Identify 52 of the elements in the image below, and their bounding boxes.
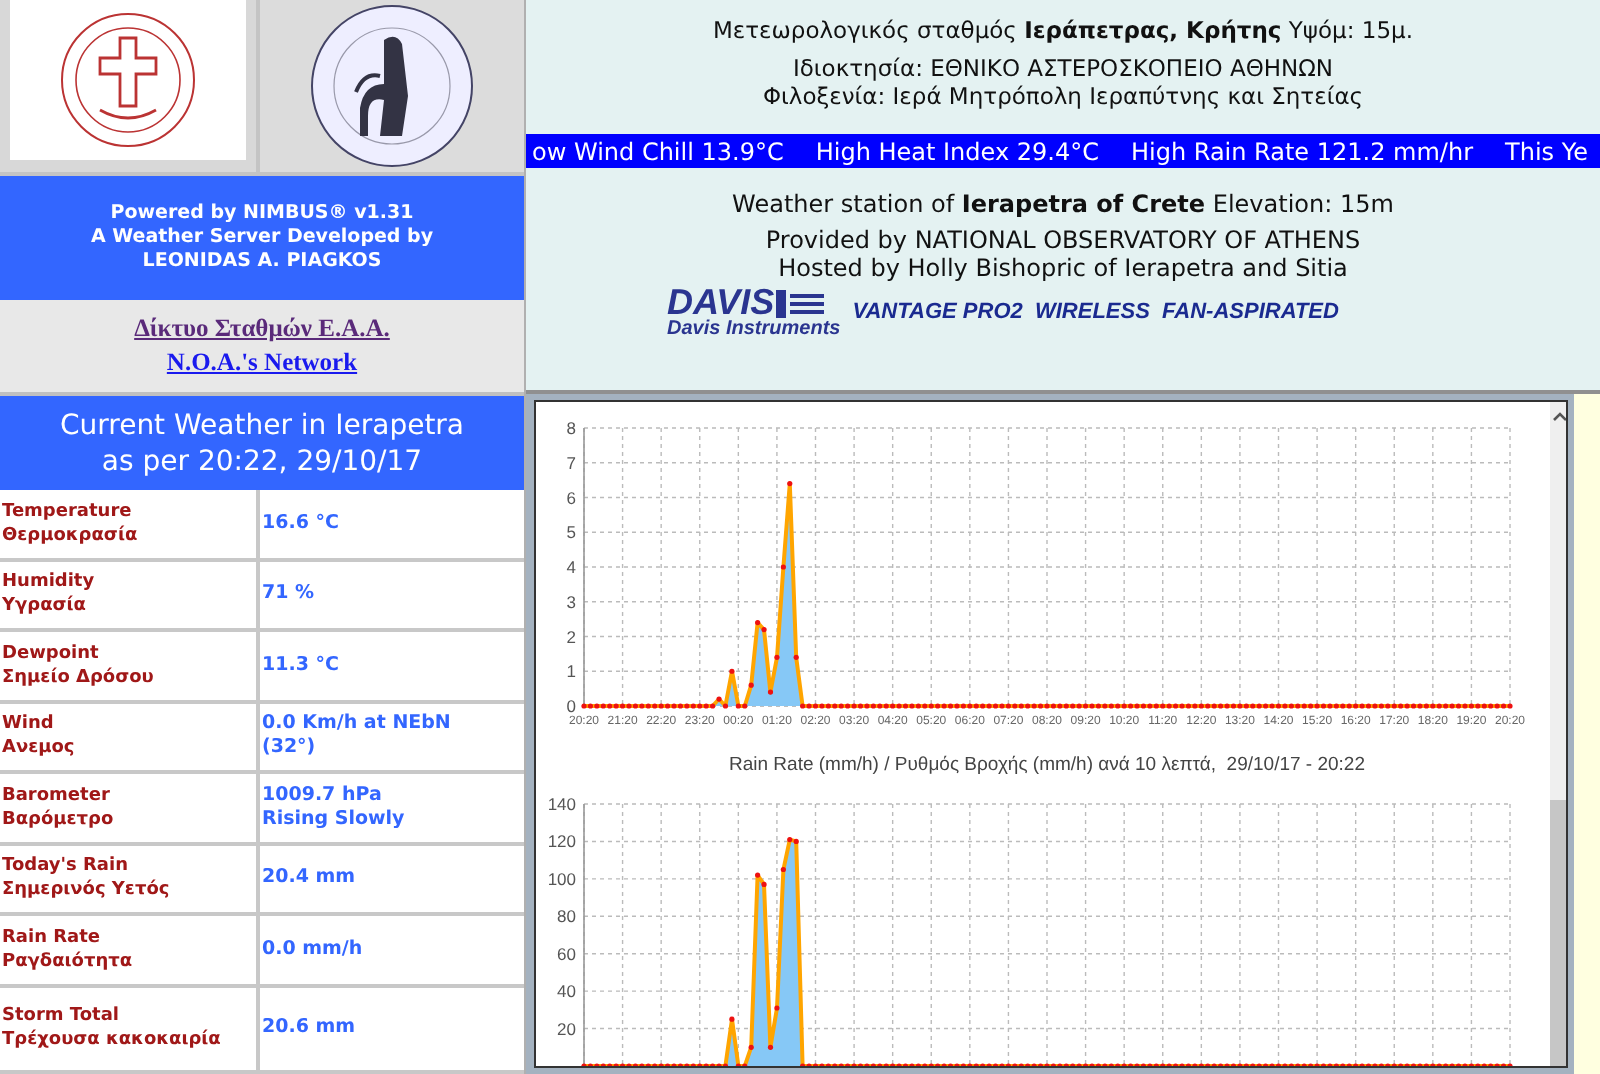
axis-tick-label: 120 xyxy=(547,831,576,852)
label-cell: Wind Ανεμος xyxy=(0,703,260,770)
label-cell: Humidity Υγρασία xyxy=(0,561,260,628)
label-cell: Barometer Βαρόμετρο xyxy=(0,774,260,841)
current-weather-header: Current Weather in Ierapetra as per 20:22, 29/10/17 xyxy=(0,396,524,490)
station-info-line: Φιλοξενία: Ιερά Μητρόπολη Ιεραπύτνης και Σητείας xyxy=(762,82,1364,110)
station-info-line: Hosted by Holly Bishopric of Ierapetra and Sitia xyxy=(778,254,1348,282)
axis-tick-label: 0 xyxy=(566,696,576,716)
station-title: Weather station of Ierapetra of Crete Elevation: 15m xyxy=(732,188,1394,220)
label-cell: Temperature Θερμοκρασία xyxy=(0,490,260,557)
credits-banner: Powered by NIMBUS® v1.31 A Weather Server Developed by LEONIDAS A. PIAGKOS xyxy=(0,176,524,300)
value-cell-text: 0.0 mm/h xyxy=(260,935,365,964)
network-link[interactable]: Δίκτυο Σταθμών Ε.Α.Α. xyxy=(134,312,390,346)
axis-tick-label: 140 xyxy=(547,794,576,814)
davis-logo: DAVIS xyxy=(667,286,775,320)
label-cell: Dewpoint Σημείο Δρόσου xyxy=(0,632,260,699)
axis-tick-label: 1 xyxy=(566,661,576,682)
value-cell-text: 1009.7 hPa Rising Slowly xyxy=(260,781,407,834)
axis-tick-label: 6 xyxy=(566,487,576,508)
label-cell: Storm Total Τρέχουσα κακοκαιρία xyxy=(0,987,260,1070)
axis-tick-label: 3 xyxy=(566,591,576,612)
axis-tick-label: 5 xyxy=(566,522,576,543)
scrollbar[interactable] xyxy=(1550,402,1566,1066)
label-cell: Rain Rate Ραγδαιότητα xyxy=(0,916,260,983)
value-cell-text: 0.0 Km/h at NEbN (32°) xyxy=(260,710,453,763)
axis-tick-label: 40 xyxy=(557,981,576,1002)
axis-tick-label: 8 xyxy=(566,418,576,438)
value-cell-text: 20.4 mm xyxy=(260,864,358,893)
station-title: Μετεωρολογικός σταθμός Ιεράπετρας, Κρήτης Υψόμ: 15μ. xyxy=(712,14,1413,48)
axis-tick-label: 7 xyxy=(566,452,576,473)
model-caption: VANTAGE PRO2 WIRELESS FAN-ASPIRATED xyxy=(852,298,1339,329)
station-info-line: Ιδιοκτησία: ΕΘΝΙΚΟ ΑΣΤΕΡΟΣΚΟΠΕΙΟ ΑΘΗΝΩΝ xyxy=(792,54,1334,82)
axis-tick-label: 80 xyxy=(557,906,576,927)
chart-title: Rain Rate (mm/h) / Ρυθμός Βροχής (mm/h) ανά 10 λεπτά, 29/10/17 - 20:22 xyxy=(729,754,1365,776)
axis-tick-label: 4 xyxy=(566,557,576,577)
value-cell-text: 11.3 °C xyxy=(260,651,341,680)
ticker-item: High Rain Rate 121.2 mm/hr xyxy=(1130,135,1474,168)
value-cell-text: 20.6 mm xyxy=(260,1014,358,1043)
axis-tick-label: 100 xyxy=(547,868,576,889)
ticker-item: High Heat Index 29.4°C xyxy=(815,135,1099,168)
stripes-icon xyxy=(776,289,825,317)
axis-tick-label: 60 xyxy=(557,943,576,964)
ticker-item: This Ye xyxy=(1505,135,1588,168)
axis-tick-label: 20 xyxy=(557,1018,576,1039)
label-cell: Today's Rain Σημερινός Υετός xyxy=(0,845,260,912)
axis-tick-label: 2 xyxy=(566,626,576,647)
network-link[interactable]: N.O.A.'s Network xyxy=(166,346,358,380)
value-cell-text: 71 % xyxy=(260,580,317,609)
value-cell-text: 16.6 °C xyxy=(260,509,341,538)
davis-tagline: Davis Instruments xyxy=(667,320,841,340)
station-info-line: Provided by NATIONAL OBSERVATORY OF ATHENS xyxy=(765,226,1361,254)
ticker-item: ow Wind Chill 13.9°C xyxy=(532,135,784,168)
